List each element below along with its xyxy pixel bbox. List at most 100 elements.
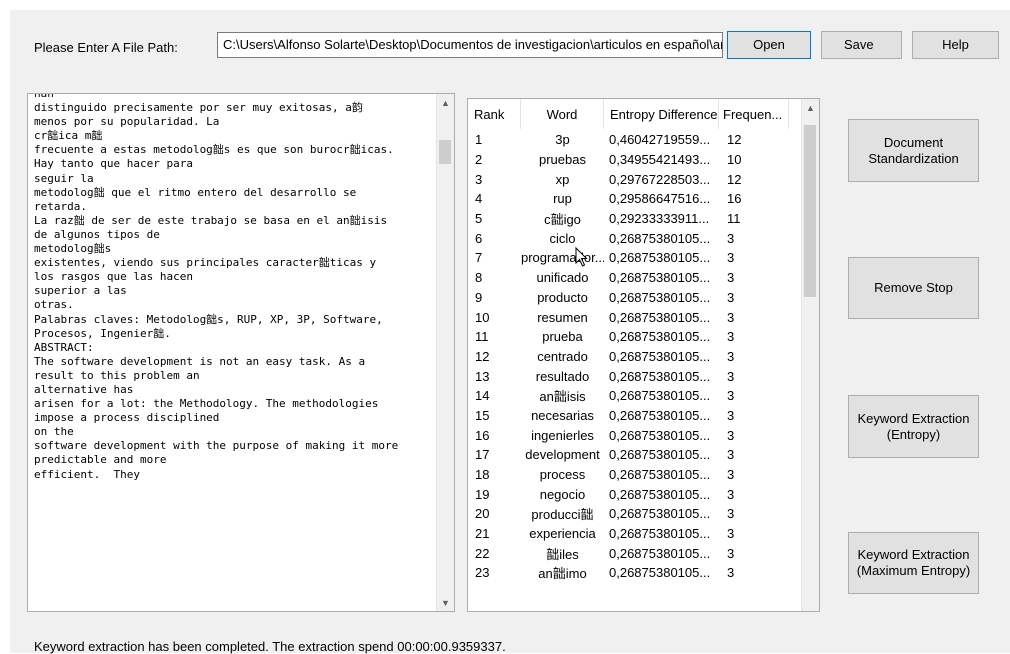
- text-line: los rasgos que las hacen: [34, 270, 193, 284]
- cell-entropy: 0,26875380105...: [609, 289, 711, 305]
- save-button[interactable]: Save: [821, 31, 902, 59]
- table-row[interactable]: 18 process 0,26875380105... 3: [468, 465, 802, 485]
- cell-word: c韷igo: [544, 212, 581, 228]
- table-row[interactable]: 13 resultado 0,26875380105... 3: [468, 366, 802, 386]
- table-scroll-up-icon[interactable]: ▲: [802, 99, 819, 116]
- table-row[interactable]: 22 韷iles 0,26875380105... 3: [468, 543, 802, 563]
- document-text-area[interactable]: han distinguido precisamente por ser muy …: [27, 93, 455, 612]
- cell-frequency: 3: [727, 427, 735, 443]
- header-frequency[interactable]: Frequen...: [719, 99, 789, 129]
- table-row[interactable]: 5 c韷igo 0,29233333911... 11: [468, 209, 802, 229]
- table-row[interactable]: 23 an韷imo 0,26875380105... 3: [468, 563, 802, 583]
- cell-frequency: 3: [727, 368, 735, 384]
- cell-frequency: 3: [727, 565, 735, 581]
- remove-stop-button[interactable]: Remove Stop: [848, 257, 979, 319]
- table-row[interactable]: 14 an韷isis 0,26875380105... 3: [468, 386, 802, 406]
- cell-frequency: 3: [727, 407, 735, 423]
- table-row[interactable]: 20 producci韷 0,26875380105... 3: [468, 504, 802, 524]
- table-row[interactable]: 21 experiencia 0,26875380105... 3: [468, 524, 802, 544]
- cell-word: xp: [555, 171, 570, 187]
- table-scroll-thumb[interactable]: [804, 125, 816, 297]
- cell-entropy: 0,26875380105...: [609, 388, 711, 404]
- scroll-thumb[interactable]: [439, 140, 451, 164]
- table-row[interactable]: 17 development 0,26875380105... 3: [468, 445, 802, 465]
- cell-word: producto: [537, 289, 588, 305]
- cell-frequency: 3: [727, 329, 735, 345]
- header-entropy-difference[interactable]: Entropy Difference: [604, 99, 719, 129]
- table-row[interactable]: 7 programador... 0,26875380105... 3: [468, 248, 802, 268]
- scroll-up-icon[interactable]: ▲: [437, 94, 454, 111]
- header-word[interactable]: Word: [521, 99, 604, 129]
- cell-frequency: 3: [727, 506, 735, 522]
- text-line: metodolog韷s: [34, 242, 112, 256]
- scroll-down-icon[interactable]: ▼: [437, 594, 454, 611]
- cell-word: rup: [553, 191, 572, 207]
- table-row[interactable]: 11 prueba 0,26875380105... 3: [468, 327, 802, 347]
- table-row[interactable]: 2 pruebas 0,34955421493... 10: [468, 150, 802, 170]
- text-line: impose a process disciplined: [34, 411, 220, 425]
- table-row[interactable]: 19 negocio 0,26875380105... 3: [468, 484, 802, 504]
- cell-word: 韷iles: [546, 546, 579, 562]
- table-row[interactable]: 4 rup 0,29586647516... 16: [468, 189, 802, 209]
- text-line: seguir la: [34, 171, 94, 185]
- file-path-label: Please Enter A File Path:: [34, 40, 178, 55]
- text-line: software development with the purpose of…: [34, 439, 399, 453]
- cell-word: resumen: [537, 309, 588, 325]
- keyword-extraction-max-entropy-button[interactable]: Keyword Extraction (Maximum Entropy): [848, 532, 979, 594]
- open-button[interactable]: Open: [727, 31, 811, 59]
- table-row[interactable]: 8 unificado 0,26875380105... 3: [468, 268, 802, 288]
- text-line: superior a las: [34, 284, 127, 298]
- table-row[interactable]: 1 3p 0,46042719559... 12: [468, 130, 802, 150]
- cell-entropy: 0,26875380105...: [609, 565, 711, 581]
- text-line: Hay tanto que hacer para: [34, 157, 193, 171]
- table-scrollbar[interactable]: ▲: [801, 99, 819, 611]
- cell-word: centrado: [537, 348, 588, 364]
- cell-frequency: 3: [727, 526, 735, 542]
- table-body: 1 3p 0,46042719559... 12 2 pruebas 0,349554214…: [468, 130, 802, 583]
- cell-frequency: 3: [727, 348, 735, 364]
- cell-frequency: 3: [727, 309, 735, 325]
- table-row[interactable]: 16 ingenierles 0,26875380105... 3: [468, 425, 802, 445]
- cell-rank: 23: [475, 565, 490, 581]
- cell-entropy: 0,26875380105...: [609, 230, 711, 246]
- table-row[interactable]: 3 xp 0,29767228503... 12: [468, 169, 802, 189]
- cell-word: experiencia: [529, 526, 596, 542]
- cell-entropy: 0,26875380105...: [609, 368, 711, 384]
- cell-word: an韷isis: [539, 389, 586, 405]
- text-line: Palabras claves: Metodolog韷s, RUP, XP, 3…: [34, 312, 383, 326]
- table-row[interactable]: 15 necesarias 0,26875380105... 3: [468, 406, 802, 426]
- cell-entropy: 0,26875380105...: [609, 348, 711, 364]
- cell-word: ingenierles: [531, 427, 594, 443]
- cell-frequency: 10: [727, 152, 742, 168]
- text-line: han: [34, 93, 54, 100]
- text-line: ABSTRACT:: [34, 340, 94, 354]
- keyword-table[interactable]: Rank Word Entropy Difference Frequen... …: [467, 98, 820, 612]
- cell-frequency: 3: [727, 250, 735, 266]
- cell-word: 3p: [555, 132, 570, 148]
- cell-word: prueba: [542, 329, 583, 345]
- cell-frequency: 16: [727, 191, 742, 207]
- text-line: alternative has: [34, 382, 134, 396]
- cell-frequency: 3: [727, 447, 735, 463]
- cell-rank: 14: [475, 388, 490, 404]
- document-standardization-button[interactable]: Document Standardization: [848, 119, 979, 182]
- cell-frequency: 12: [727, 171, 742, 187]
- cell-word: resultado: [535, 368, 590, 384]
- cell-rank: 15: [475, 407, 490, 423]
- text-scrollbar[interactable]: ▲ ▼: [436, 94, 454, 611]
- table-row[interactable]: 6 ciclo 0,26875380105... 3: [468, 228, 802, 248]
- cell-frequency: 3: [727, 230, 735, 246]
- text-line: La raz韷 de ser de este trabajo se basa e…: [34, 213, 388, 227]
- text-line: frecuente a estas metodolog韷s es que son…: [34, 143, 394, 157]
- cell-entropy: 0,26875380105...: [609, 467, 711, 483]
- help-button[interactable]: Help: [912, 31, 999, 59]
- keyword-extraction-entropy-button[interactable]: Keyword Extraction (Entropy): [848, 395, 979, 458]
- table-row[interactable]: 9 producto 0,26875380105... 3: [468, 288, 802, 308]
- header-rank[interactable]: Rank: [468, 99, 521, 129]
- cell-rank: 17: [475, 447, 490, 463]
- file-path-input[interactable]: C:\Users\Alfonso Solarte\Desktop\Documen…: [217, 32, 723, 58]
- cell-rank: 8: [475, 270, 483, 286]
- table-row[interactable]: 10 resumen 0,26875380105... 3: [468, 307, 802, 327]
- table-row[interactable]: 12 centrado 0,26875380105... 3: [468, 347, 802, 367]
- cell-entropy: 0,26875380105...: [609, 427, 711, 443]
